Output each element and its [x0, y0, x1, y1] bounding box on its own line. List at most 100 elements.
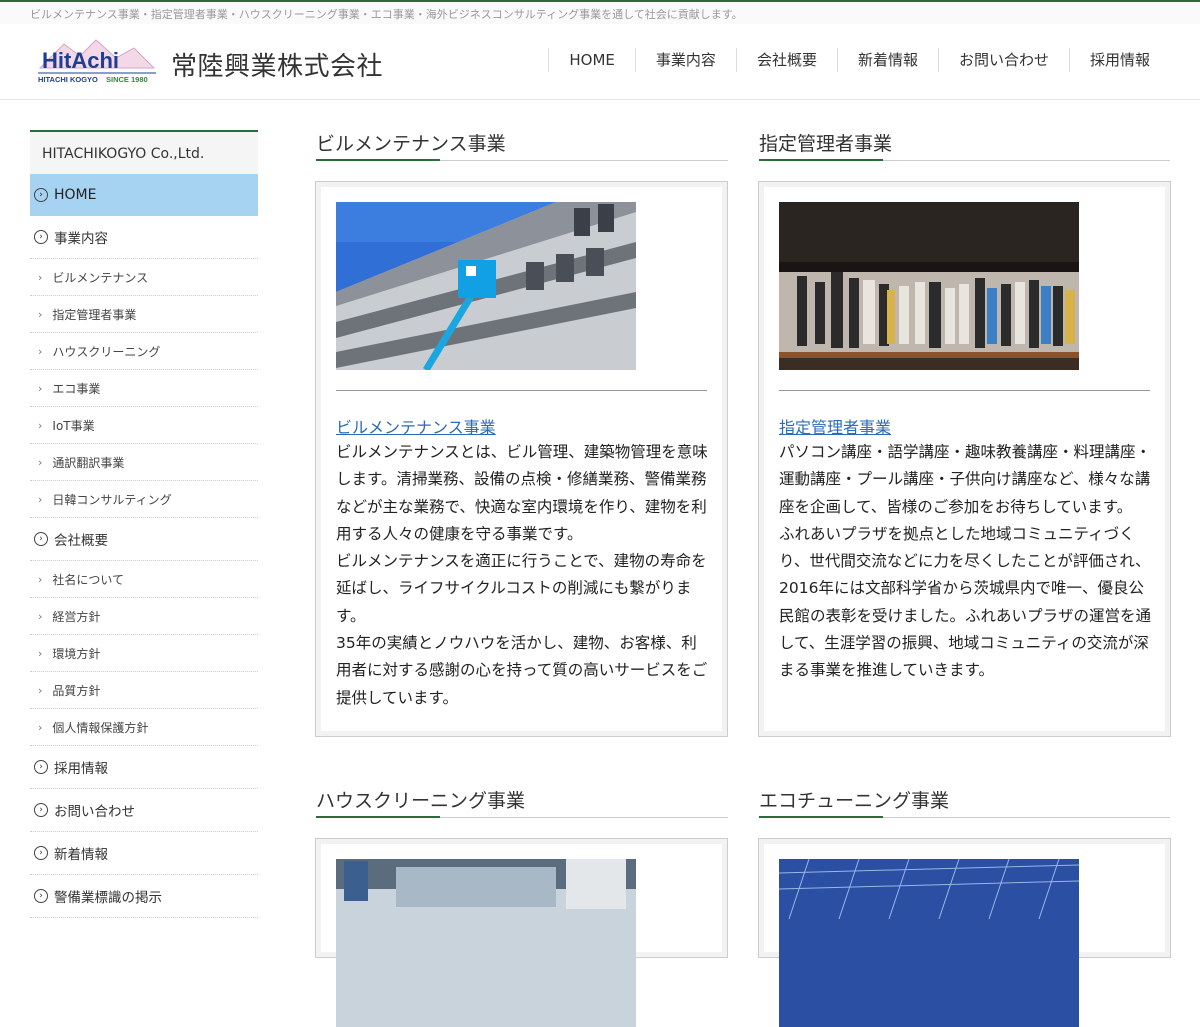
company-name[interactable]: 常陸興業株式会社 [171, 46, 383, 83]
card-divider [779, 390, 1150, 391]
chevron-right-icon: › [38, 381, 43, 395]
house-cleaning-photo [336, 859, 636, 1027]
chevron-circle-icon: › [34, 188, 48, 202]
sidebar-subitem-label: IoT事業 [52, 418, 95, 433]
chevron-right-icon: › [38, 455, 43, 469]
sidebar-subitem[interactable]: › 品質方針 [30, 672, 258, 709]
company-logo[interactable]: HitAchi HITACHI KOGYO SINCE 1980 [36, 38, 158, 86]
sidebar-item-label: 採用情報 [54, 761, 108, 777]
chevron-right-icon: › [38, 418, 43, 432]
chevron-right-icon: › [38, 646, 43, 660]
sidebar-subitem-label: 環境方針 [52, 646, 101, 661]
chevron-circle-icon: › [34, 846, 48, 860]
card-house-cleaning [315, 838, 728, 1027]
svg-text:SINCE 1980: SINCE 1980 [106, 75, 148, 84]
sidebar-item-label: 新着情報 [54, 847, 108, 863]
sidebar-subitem-label: 日韓コンサルティング [52, 492, 172, 507]
nav-news[interactable]: 新着情報 [836, 48, 938, 72]
chevron-circle-icon: › [34, 230, 48, 244]
chevron-right-icon: › [38, 609, 43, 623]
sidebar-subitem[interactable]: › 個人情報保護方針 [30, 709, 258, 746]
chevron-right-icon: › [38, 344, 43, 358]
designated-manager-photo [779, 202, 1079, 370]
sidebar-item-business[interactable]: › 事業内容 [30, 216, 258, 259]
sidebar-item-home[interactable]: › HOME [30, 174, 258, 216]
chevron-right-icon: › [38, 683, 43, 697]
chevron-right-icon: › [38, 307, 43, 321]
card-eco-tuning [758, 838, 1171, 1027]
chevron-right-icon: › [38, 492, 43, 506]
sidebar-subitem-label: 指定管理者事業 [52, 307, 137, 322]
nav-home[interactable]: HOME [548, 48, 635, 72]
section-divider [759, 159, 1170, 161]
sidebar-item-label: お問い合わせ [54, 804, 135, 820]
tagline-text: ビルメンテナンス事業・指定管理者事業・ハウスクリーニング事業・エコ事業・海外ビジ… [30, 8, 743, 21]
chevron-circle-icon: › [34, 803, 48, 817]
sidebar-item-company[interactable]: › 会社概要 [30, 518, 258, 561]
sidebar-item-security-sign[interactable]: › 警備業標識の掲示 [30, 875, 258, 918]
sidebar-subitem-label: 社名について [52, 572, 125, 587]
sidebar-subitem-label: 通訳翻訳事業 [52, 455, 125, 470]
sidebar-item-label: 事業内容 [54, 231, 108, 247]
section-title-eco-tuning: エコチューニング事業 [759, 790, 950, 812]
paragraph: ふれあいプラザを拠点とした地域コミュニティづくり、世代間交流などに力を尽くしたこ… [779, 524, 1152, 680]
sidebar-subitem[interactable]: › ビルメンテナンス [30, 259, 258, 296]
paragraph: ビルメンテナンスを適正に行うことで、建物の寿命を延ばし、ライフサイクルコストの削… [336, 552, 707, 625]
section-divider [759, 816, 1170, 818]
sidebar-item-label: HOME [54, 187, 97, 203]
sidebar-subitem[interactable]: › 日韓コンサルティング [30, 481, 258, 518]
site-header: HitAchi HITACHI KOGYO SINCE 1980 常陸興業株式会… [0, 24, 1200, 100]
sidebar-item-contact[interactable]: › お問い合わせ [30, 789, 258, 832]
sidebar-subitem-label: ハウスクリーニング [52, 344, 161, 359]
sidebar-subitem-label: エコ事業 [52, 381, 101, 396]
nav-company[interactable]: 会社概要 [735, 48, 837, 72]
sidebar-item-label: 警備業標識の掲示 [54, 890, 162, 906]
sidebar: HITACHIKOGYO Co.,Ltd. › HOME › 事業内容 › ビルメ… [30, 130, 258, 918]
sidebar-item-label: 会社概要 [54, 533, 108, 549]
chevron-circle-icon: › [34, 889, 48, 903]
chevron-circle-icon: › [34, 760, 48, 774]
sidebar-subitem-label: 経営方針 [52, 609, 101, 624]
paragraph: パソコン講座・語学講座・趣味教養講座・料理講座・運動講座・プール講座・子供向け講… [779, 443, 1152, 516]
nav-business[interactable]: 事業内容 [634, 48, 736, 72]
designated-manager-text: パソコン講座・語学講座・趣味教養講座・料理講座・運動講座・プール講座・子供向け講… [779, 439, 1152, 685]
chevron-right-icon: › [38, 572, 43, 586]
paragraph: 35年の実績とノウハウを活かし、建物、お客様、利用者に対する感謝の心を持って質の… [336, 634, 708, 707]
sidebar-subitem[interactable]: › 指定管理者事業 [30, 296, 258, 333]
building-maintenance-text: ビルメンテナンスとは、ビル管理、建築物管理を意味します。清掃業務、設備の点検・修… [336, 439, 709, 712]
sidebar-title: HITACHIKOGYO Co.,Ltd. [30, 130, 258, 174]
top-tagline-bar: ビルメンテナンス事業・指定管理者事業・ハウスクリーニング事業・エコ事業・海外ビジ… [0, 0, 1200, 24]
svg-text:HitAchi: HitAchi [42, 48, 119, 73]
sidebar-subitem[interactable]: › 環境方針 [30, 635, 258, 672]
sidebar-subitem-label: 品質方針 [52, 683, 101, 698]
sidebar-subitem[interactable]: › エコ事業 [30, 370, 258, 407]
card-designated-manager: 指定管理者事業 パソコン講座・語学講座・趣味教養講座・料理講座・運動講座・プール… [758, 181, 1171, 737]
global-nav: HOME 事業内容 会社概要 新着情報 お問い合わせ 採用情報 [548, 48, 1170, 72]
sidebar-subitem[interactable]: › 経営方針 [30, 598, 258, 635]
section-title-building-maintenance: ビルメンテナンス事業 [316, 133, 506, 155]
card-building-maintenance: ビルメンテナンス事業 ビルメンテナンスとは、ビル管理、建築物管理を意味します。清… [315, 181, 728, 737]
designated-manager-link[interactable]: 指定管理者事業 [779, 414, 891, 438]
sidebar-subitem-label: 個人情報保護方針 [52, 720, 149, 735]
sidebar-subitem[interactable]: › IoT事業 [30, 407, 258, 444]
chevron-circle-icon: › [34, 532, 48, 546]
building-maintenance-link[interactable]: ビルメンテナンス事業 [336, 414, 496, 438]
sidebar-item-news[interactable]: › 新着情報 [30, 832, 258, 875]
card-divider [336, 390, 707, 391]
nav-recruit[interactable]: 採用情報 [1068, 48, 1170, 72]
section-divider [316, 816, 728, 818]
sidebar-item-recruit[interactable]: › 採用情報 [30, 746, 258, 789]
paragraph: ビルメンテナンスとは、ビル管理、建築物管理を意味します。清掃業務、設備の点検・修… [336, 443, 708, 543]
section-title-house-cleaning: ハウスクリーニング事業 [316, 790, 526, 812]
building-maintenance-photo [336, 202, 636, 370]
nav-contact[interactable]: お問い合わせ [937, 48, 1069, 72]
sidebar-subitem[interactable]: › ハウスクリーニング [30, 333, 258, 370]
chevron-right-icon: › [38, 720, 43, 734]
chevron-right-icon: › [38, 270, 43, 284]
svg-text:HITACHI KOGYO: HITACHI KOGYO [38, 75, 98, 84]
sidebar-subitem[interactable]: › 社名について [30, 561, 258, 598]
sidebar-subitem-label: ビルメンテナンス [52, 270, 149, 285]
section-title-designated-manager: 指定管理者事業 [759, 133, 893, 155]
eco-tuning-photo [779, 859, 1079, 1027]
sidebar-subitem[interactable]: › 通訳翻訳事業 [30, 444, 258, 481]
